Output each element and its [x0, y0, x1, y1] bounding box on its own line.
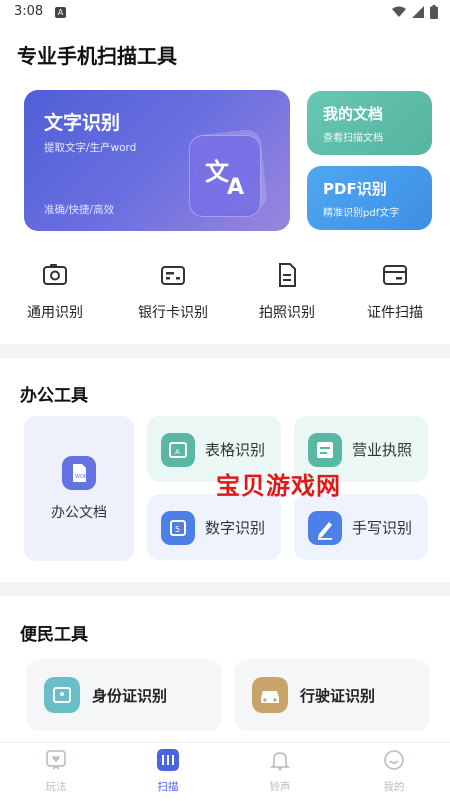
tile-label: 手写识别 [352, 519, 413, 537]
id-card-icon [383, 265, 407, 285]
quick-label: 证件扫描 [367, 305, 423, 321]
translate-glyph-icon: 文 A [205, 158, 244, 196]
bottom-tab-bar: 玩法 扫描 铃声 我的 [0, 742, 450, 801]
svg-text:5: 5 [175, 525, 180, 534]
tile-label: 数字识别 [205, 519, 266, 537]
tile-label: 营业执照 [352, 441, 413, 459]
car-icon [252, 677, 288, 713]
notification-icon: A [55, 7, 66, 18]
tab-label: 扫描 [157, 781, 179, 793]
svg-text:A: A [227, 175, 244, 196]
pen-icon [308, 511, 342, 545]
status-time: 3:08 [14, 4, 44, 19]
pdf-recognition-subtitle: 精准识别pdf文字 [323, 208, 400, 219]
status-icons [392, 5, 438, 19]
tile-label: 身份证识别 [92, 687, 168, 705]
hero-tags: 准确/快捷/高效 [44, 204, 115, 216]
hero-subtitle: 提取文字/生产word [44, 142, 137, 154]
handwriting-recognition-tile[interactable]: 手写识别 [294, 494, 428, 560]
my-documents-subtitle: 查看扫描文档 [323, 133, 383, 144]
signal-icon [412, 6, 424, 18]
id-card-icon [44, 677, 80, 713]
office-document-label: 办公文档 [51, 505, 107, 521]
quick-id-scan[interactable]: 证件扫描 [340, 262, 450, 322]
quick-photo-recognition[interactable]: 拍照识别 [232, 262, 342, 322]
section-divider [0, 344, 450, 358]
quick-label: 银行卡识别 [138, 305, 208, 321]
tile-label: 行驶证识别 [300, 687, 376, 705]
text-recognition-card[interactable]: 文字识别 提取文字/生产word 准确/快捷/高效 文 A [24, 90, 290, 231]
pdf-recognition-title: PDF识别 [323, 180, 387, 198]
page-title: 专业手机扫描工具 [17, 44, 177, 68]
tab-label: 玩法 [45, 781, 67, 793]
section-divider [0, 582, 450, 596]
camera-icon [43, 264, 67, 285]
wifi-icon [392, 6, 406, 17]
tab-ringtone[interactable]: 铃声 [224, 749, 336, 794]
quick-actions: 通用识别 银行卡识别 拍照识别 证件扫描 [0, 262, 450, 342]
quick-general-recognition[interactable]: 通用识别 [0, 262, 110, 322]
bank-card-icon [161, 266, 185, 285]
status-bar: 3:08 A [0, 0, 450, 26]
number-icon: 5 [161, 511, 195, 545]
quick-bank-card[interactable]: 银行卡识别 [118, 262, 228, 322]
my-documents-title: 我的文档 [323, 105, 384, 123]
quick-label: 拍照识别 [259, 305, 315, 321]
quick-label: 通用识别 [27, 305, 83, 321]
my-documents-card[interactable]: 我的文档 查看扫描文档 [307, 91, 432, 155]
svg-text:A: A [175, 448, 180, 456]
driving-license-recognition-tile[interactable]: 行驶证识别 [234, 659, 430, 731]
tile-label: 表格识别 [205, 441, 266, 459]
civil-tools-title: 便民工具 [20, 625, 88, 645]
tab-label: 我的 [383, 781, 405, 793]
tab-label: 铃声 [269, 781, 291, 793]
svg-text:WORD: WORD [75, 474, 91, 480]
battery-icon [430, 5, 438, 19]
bell-icon [270, 752, 290, 771]
hero-title: 文字识别 [44, 112, 121, 134]
tab-mine[interactable]: 我的 [338, 749, 450, 794]
number-recognition-tile[interactable]: 5 数字识别 [147, 494, 281, 560]
id-card-recognition-tile[interactable]: 身份证识别 [26, 659, 222, 731]
word-doc-icon: WORD [62, 456, 96, 490]
watermark: 宝贝游戏网 [216, 472, 341, 500]
scan-page: 专业手机扫描工具 文字识别 提取文字/生产word 准确/快捷/高效 文 A 我… [0, 26, 450, 742]
license-icon [308, 433, 342, 467]
office-document-tile[interactable]: WORD 办公文档 [24, 416, 134, 561]
tab-play[interactable]: 玩法 [0, 749, 112, 794]
table-icon: A [161, 433, 195, 467]
office-tools-title: 办公工具 [20, 386, 88, 406]
pdf-recognition-card[interactable]: PDF识别 精准识别pdf文字 [307, 166, 432, 230]
document-icon [279, 263, 296, 287]
tab-scan[interactable]: 扫描 [112, 749, 224, 794]
chat-heart-icon [46, 750, 66, 770]
scan-icon [157, 749, 179, 771]
smile-icon [384, 750, 404, 770]
